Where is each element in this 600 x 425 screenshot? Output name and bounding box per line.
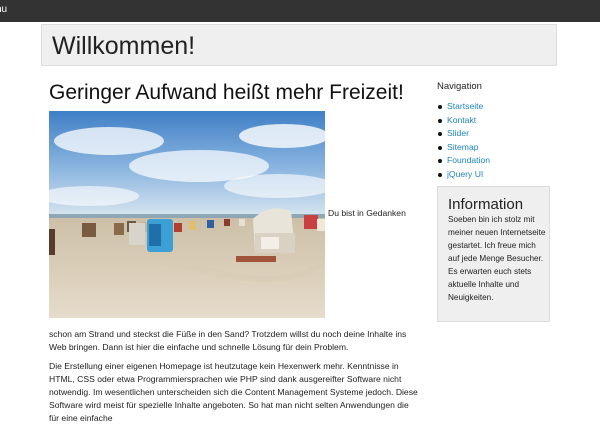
top-bar: nu: [0, 0, 600, 22]
menu-button[interactable]: nu: [0, 4, 7, 15]
nav-item-foundation[interactable]: Foundation: [437, 154, 567, 168]
site-title: Willkommen!: [52, 32, 196, 60]
sidebar: Navigation Startseite Kontakt Slider Sit…: [437, 80, 567, 182]
page-header: Willkommen!: [41, 24, 557, 66]
nav-item-startseite[interactable]: Startseite: [437, 100, 567, 114]
nav-title: Navigation: [437, 81, 482, 92]
nav-item-jquery-ui[interactable]: jQuery UI: [437, 168, 567, 182]
main-content: Geringer Aufwand heißt mehr Freizeit! Du…: [49, 80, 421, 423]
info-text: Soeben bin ich stolz mit meiner neuen In…: [448, 215, 546, 302]
intro-paragraph: schon am Strand und steckst die Füße in …: [49, 328, 407, 352]
beach-photo: [49, 111, 325, 318]
info-title: Information: [448, 196, 524, 213]
information-box: Information Soeben bin ich stolz mit mei…: [437, 186, 550, 322]
nav-item-sitemap[interactable]: Sitemap: [437, 141, 567, 155]
nav-item-kontakt[interactable]: Kontakt: [437, 114, 567, 128]
body-paragraph: Die Erstellung einer eigenen Homepage is…: [49, 360, 418, 423]
article-heading: Geringer Aufwand heißt mehr Freizeit!: [49, 81, 404, 104]
nav-list: Startseite Kontakt Slider Sitemap Founda…: [437, 100, 567, 182]
nav-item-slider[interactable]: Slider: [437, 127, 567, 141]
intro-inline-text: Du bist in Gedanken: [328, 208, 406, 218]
